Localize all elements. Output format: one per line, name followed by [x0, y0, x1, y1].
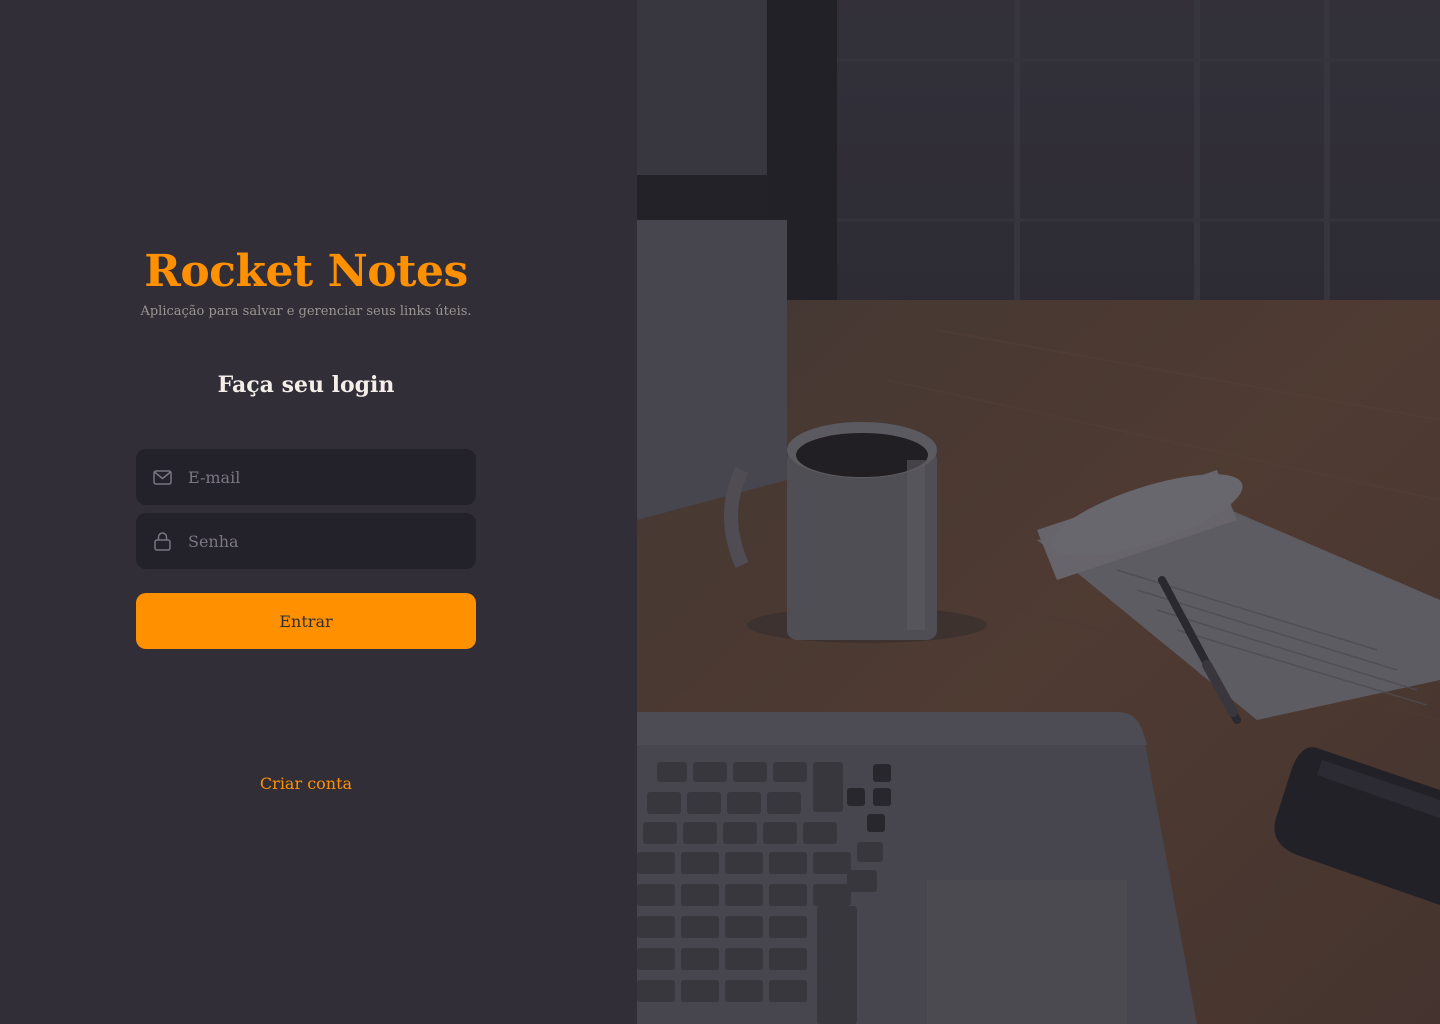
password-field[interactable]	[136, 513, 476, 569]
email-field[interactable]	[136, 449, 476, 505]
mail-icon	[152, 467, 172, 487]
lock-icon	[152, 531, 172, 551]
background-image	[637, 0, 1440, 1024]
app-title: Rocket Notes	[144, 246, 468, 297]
login-panel: Rocket Notes Aplicação para salvar e ger…	[0, 0, 637, 1024]
email-input[interactable]	[188, 449, 476, 505]
password-input[interactable]	[188, 513, 476, 569]
app-tagline: Aplicação para salvar e gerenciar seus l…	[140, 304, 472, 319]
create-account-link[interactable]: Criar conta	[0, 773, 612, 795]
desk-photo	[637, 0, 1440, 1024]
form-title: Faça seu login	[217, 372, 395, 398]
login-button[interactable]: Entrar	[136, 593, 476, 649]
